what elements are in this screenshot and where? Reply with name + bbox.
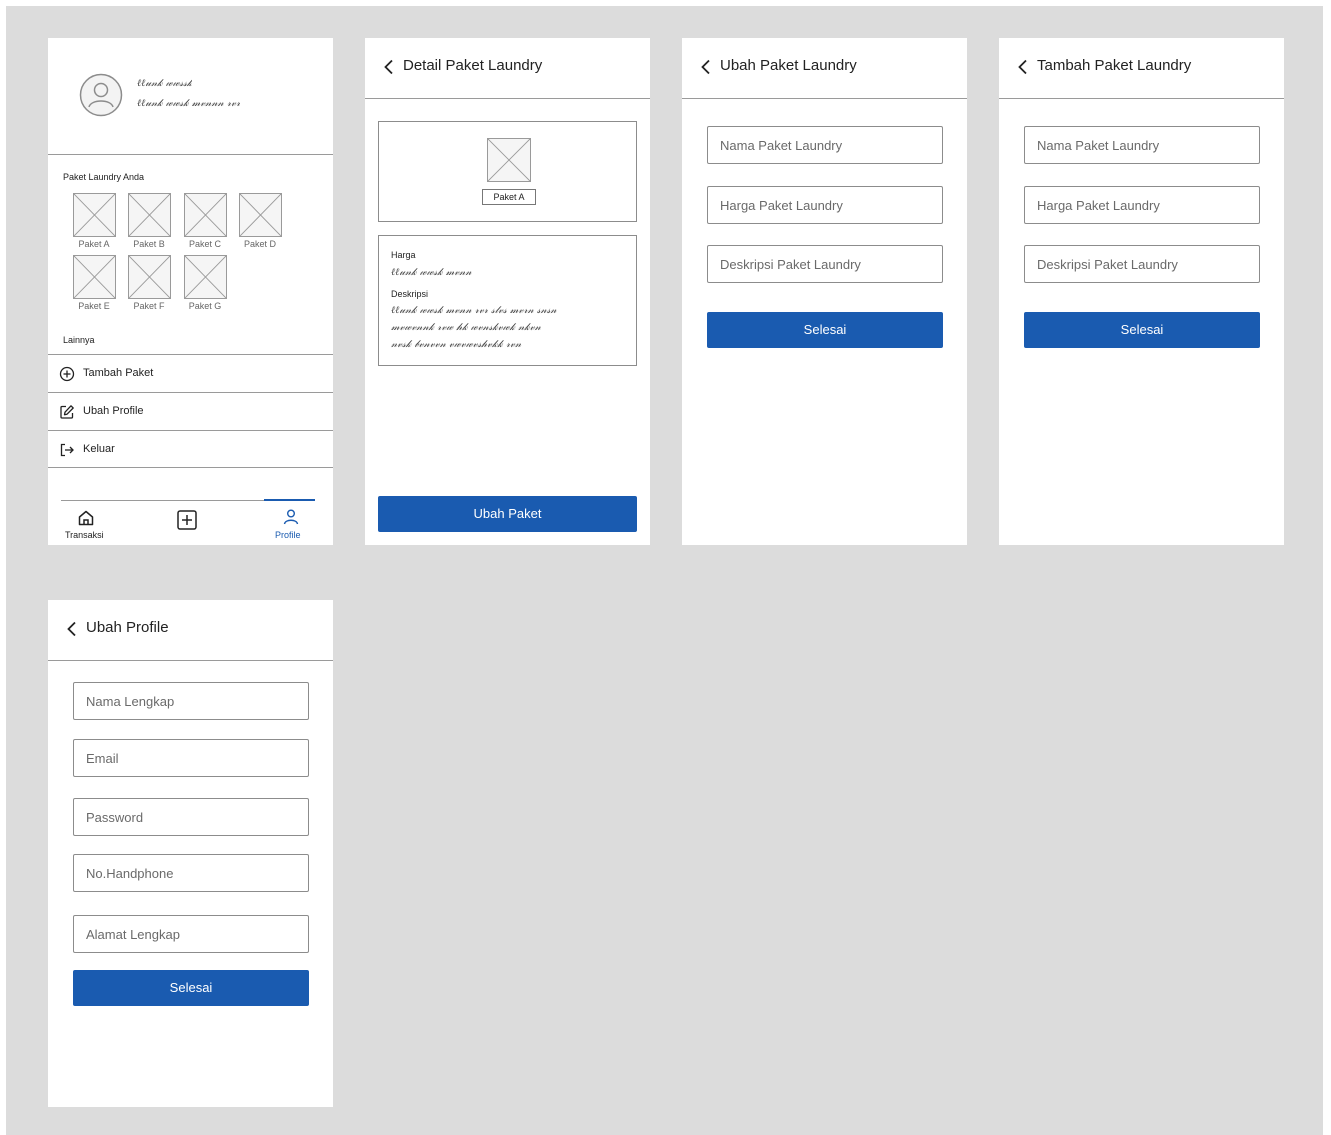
- nav-transaksi[interactable]: Transaksi: [61, 507, 111, 543]
- package-image-panel: Paket A: [378, 121, 637, 222]
- package-price-input[interactable]: [1024, 186, 1260, 224]
- description-scribble-3: 𝓃𝓋𝓈𝓀 𝒷𝓋𝓃𝓋𝓋𝓃 𝓋𝓌𝓋𝓌𝓋𝓈𝒽𝓋𝓀𝓀 𝓇𝓋𝓃: [391, 339, 522, 350]
- package-label-a: Paket A: [78, 239, 110, 249]
- user-info-scribble: ℓℓ𝓊𝓃𝓀 𝓌𝓌𝓈𝓀 𝓂𝓋𝓃𝓃𝓃 𝓇𝓋𝓇: [137, 98, 241, 109]
- plus-square-icon: [176, 510, 198, 535]
- profile-screen: ℓℓ𝓊𝓃𝓀 𝓌𝓌𝓈𝓈𝓀 ℓℓ𝓊𝓃𝓀 𝓌𝓌𝓈𝓀 𝓂𝓋𝓃𝓃𝓃 𝓇𝓋𝓇 Paket L…: [48, 38, 333, 545]
- submit-button[interactable]: Selesai: [707, 312, 943, 348]
- package-thumb-b[interactable]: [128, 193, 171, 237]
- menu-item-ubah-profile[interactable]: Ubah Profile: [48, 392, 333, 430]
- package-thumb-a[interactable]: [73, 193, 116, 237]
- package-thumb-c[interactable]: [184, 193, 227, 237]
- submit-button[interactable]: Selesai: [1024, 312, 1260, 348]
- plus-circle-icon: [59, 366, 75, 382]
- email-input[interactable]: [73, 739, 309, 777]
- package-thumb-e[interactable]: [73, 255, 116, 299]
- page-title: Ubah Paket Laundry: [720, 57, 857, 74]
- description-scribble-2: 𝓂𝓋𝓌𝓋𝓃𝓃𝓀 𝓇𝓋𝓌 𝒽𝓀 𝓌𝓋𝓃𝓈𝓀𝓋𝓌𝓀 𝓃𝓀𝓋𝓃: [391, 322, 541, 333]
- package-name-input[interactable]: [707, 126, 943, 164]
- nav-add[interactable]: [176, 509, 200, 533]
- home-icon: [77, 509, 95, 532]
- description-scribble-1: ℓℓ𝓊𝓃𝓀 𝓌𝓌𝓈𝓀 𝓂𝓋𝓃𝓃 𝓇𝓋𝓇 𝓈𝓁𝓋𝓈 𝓂𝓋𝓇𝓃 𝓈𝓃𝓈𝓃: [391, 305, 557, 316]
- package-thumb-f[interactable]: [128, 255, 171, 299]
- profile-header: ℓℓ𝓊𝓃𝓀 𝓌𝓌𝓈𝓈𝓀 ℓℓ𝓊𝓃𝓀 𝓌𝓌𝓈𝓀 𝓂𝓋𝓃𝓃𝓃 𝓇𝓋𝓇: [48, 38, 333, 155]
- package-label-e: Paket E: [78, 301, 110, 311]
- package-price-input[interactable]: [707, 186, 943, 224]
- nav-active-indicator: [264, 499, 315, 501]
- submit-button[interactable]: Selesai: [73, 970, 309, 1006]
- menu-item-label: Ubah Profile: [83, 405, 144, 417]
- package-info-panel: Harga ℓℓ𝓊𝓃𝓀 𝓌𝓌𝓈𝓀 𝓂𝓋𝓃𝓃 Deskripsi ℓℓ𝓊𝓃𝓀 𝓌𝓌…: [378, 235, 637, 366]
- edit-profile-header: Ubah Profile: [48, 600, 333, 661]
- back-chevron-icon[interactable]: [696, 57, 716, 77]
- menu-item-label: Keluar: [83, 443, 115, 455]
- package-image-placeholder: [487, 138, 531, 182]
- user-icon: [282, 508, 300, 531]
- package-label-b: Paket B: [133, 239, 165, 249]
- user-avatar-icon: [79, 73, 123, 117]
- description-label: Deskripsi: [391, 289, 429, 299]
- add-package-screen: Tambah Paket Laundry Selesai: [999, 38, 1284, 545]
- nav-profile[interactable]: Profile: [266, 507, 316, 543]
- password-input[interactable]: [73, 798, 309, 836]
- page-title: Tambah Paket Laundry: [1037, 57, 1192, 74]
- package-label-d: Paket D: [243, 239, 276, 249]
- edit-package-screen: Ubah Paket Laundry Selesai: [682, 38, 967, 545]
- more-title: Lainnya: [63, 335, 95, 345]
- package-description-input[interactable]: [707, 245, 943, 283]
- edit-icon: [59, 404, 75, 420]
- edit-package-button[interactable]: Ubah Paket: [378, 496, 637, 532]
- back-chevron-icon[interactable]: [1013, 57, 1033, 77]
- add-package-header: Tambah Paket Laundry: [999, 38, 1284, 99]
- back-chevron-icon[interactable]: [62, 619, 82, 639]
- edit-package-header: Ubah Paket Laundry: [682, 38, 967, 99]
- package-description-input[interactable]: [1024, 245, 1260, 283]
- back-chevron-icon[interactable]: [379, 57, 399, 77]
- nav-profile-label: Profile: [275, 530, 301, 540]
- fullname-input[interactable]: [73, 682, 309, 720]
- logout-icon: [59, 442, 75, 458]
- package-label-c: Paket C: [188, 239, 221, 249]
- packages-title: Paket Laundry Anda: [63, 172, 145, 182]
- menu-item-label: Tambah Paket: [83, 367, 154, 379]
- package-thumb-d[interactable]: [239, 193, 282, 237]
- detail-header: Detail Paket Laundry: [365, 38, 650, 99]
- nav-transaksi-label: Transaksi: [65, 530, 104, 540]
- menu-item-keluar[interactable]: Keluar: [48, 430, 333, 468]
- package-label-g: Paket G: [188, 301, 222, 311]
- phone-input[interactable]: [73, 854, 309, 892]
- detail-package-screen: Detail Paket Laundry Paket A Harga ℓℓ𝓊𝓃𝓀…: [365, 38, 650, 545]
- page-title: Ubah Profile: [86, 619, 169, 636]
- edit-profile-screen: Ubah Profile Selesai: [48, 600, 333, 1107]
- package-thumb-g[interactable]: [184, 255, 227, 299]
- package-image-caption: Paket A: [482, 189, 536, 205]
- package-label-f: Paket F: [133, 301, 165, 311]
- menu-item-tambah-paket[interactable]: Tambah Paket: [48, 354, 333, 392]
- price-scribble: ℓℓ𝓊𝓃𝓀 𝓌𝓌𝓈𝓀 𝓂𝓋𝓃𝓃: [391, 267, 472, 278]
- page-title: Detail Paket Laundry: [403, 57, 543, 74]
- bottom-nav: Transaksi Profile: [61, 499, 316, 545]
- price-label: Harga: [391, 250, 416, 260]
- package-name-input[interactable]: [1024, 126, 1260, 164]
- user-name-scribble: ℓℓ𝓊𝓃𝓀 𝓌𝓌𝓈𝓈𝓀: [137, 78, 193, 89]
- address-input[interactable]: [73, 915, 309, 953]
